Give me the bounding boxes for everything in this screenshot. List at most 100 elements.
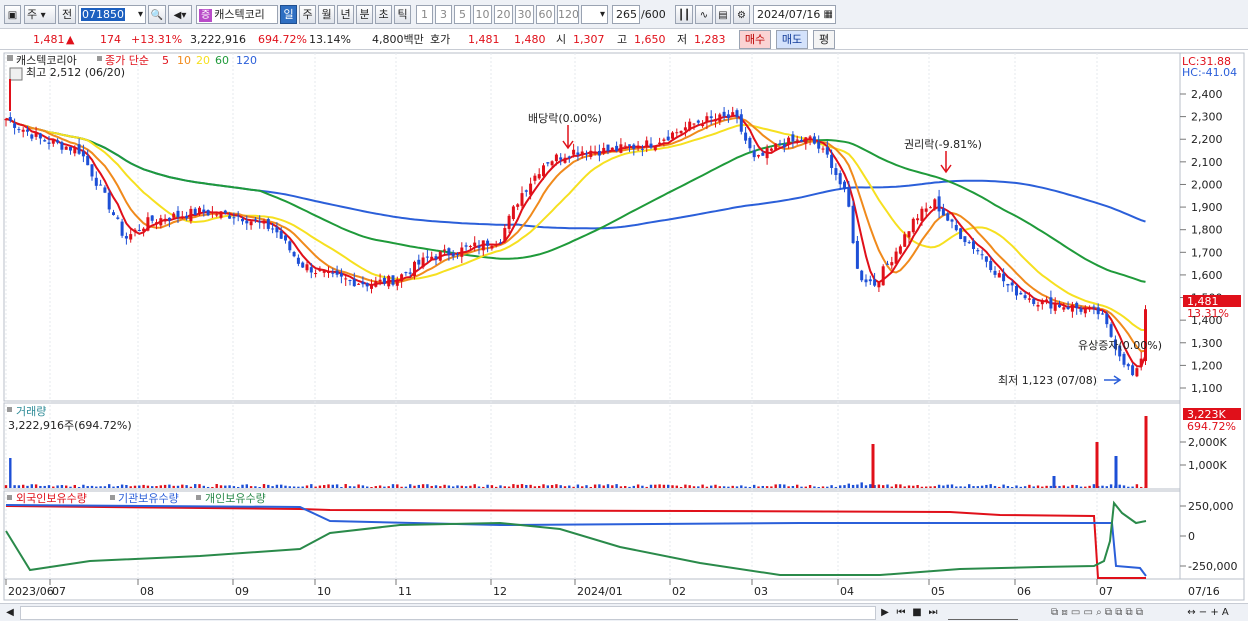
- candle-body: [421, 257, 425, 268]
- lock-icon[interactable]: [9, 67, 23, 81]
- date-input[interactable]: 2024/07/16 ▦: [753, 5, 836, 24]
- period-week-button[interactable]: 주: [299, 5, 316, 24]
- candle-body: [619, 144, 623, 153]
- candle-body: [56, 140, 60, 143]
- zoom-controls-icon[interactable]: ↔ − + A: [1178, 606, 1238, 620]
- candle-body: [929, 207, 932, 209]
- volume-pct: 694.72%: [258, 33, 307, 46]
- buy-button[interactable]: 매수: [739, 30, 771, 49]
- rewind-icon[interactable]: ⏮: [894, 606, 908, 620]
- chart-area[interactable]: 2,400 2,300 2,200 2,100 2,000 1,900 1,800 1,700…: [0, 51, 1248, 603]
- volume-bar: [520, 484, 524, 488]
- period-tick-button[interactable]: 틱: [394, 5, 411, 24]
- interval-60-button[interactable]: 60: [536, 5, 555, 24]
- evaluate-button[interactable]: 평: [813, 30, 835, 49]
- prev-button[interactable]: 전: [58, 5, 76, 24]
- high-price: 1,650: [634, 33, 666, 46]
- candle-body: [683, 127, 687, 131]
- search-icon[interactable]: 🔍: [148, 5, 166, 24]
- chart-type-icon[interactable]: ┃┃: [675, 5, 693, 24]
- volume-bar: [568, 485, 571, 488]
- volume-bar: [426, 484, 429, 488]
- candle-body: [511, 206, 515, 220]
- candle-body: [43, 140, 47, 142]
- candle-body: [374, 281, 378, 287]
- volume-bar: [9, 458, 12, 488]
- scroll-track[interactable]: [20, 606, 876, 620]
- candle-body: [378, 279, 382, 282]
- interval-30-button[interactable]: 30: [515, 5, 534, 24]
- candle-body: [94, 177, 98, 186]
- candle-body: [1010, 282, 1014, 286]
- candle-body: [769, 148, 773, 151]
- candle-body: [210, 211, 214, 214]
- x-tick-label: 12: [493, 585, 507, 598]
- period-day-button[interactable]: 일: [280, 5, 297, 24]
- stock-name-field[interactable]: 증 캐스텍코리: [196, 5, 278, 24]
- indicator-icon[interactable]: ∿: [695, 5, 713, 24]
- volume-bar: [929, 486, 932, 488]
- turnover-rate: 13.14%: [309, 33, 351, 46]
- candle-body: [873, 279, 877, 286]
- interval-custom-select[interactable]: ▾: [581, 5, 608, 24]
- layout-icon[interactable]: ▣: [4, 5, 21, 24]
- stop-icon[interactable]: ■: [910, 606, 924, 620]
- holder-menu-icon[interactable]: [7, 495, 12, 500]
- interval-1-button[interactable]: 1: [416, 5, 433, 24]
- volume-bar: [125, 484, 128, 488]
- sell-button[interactable]: 매도: [776, 30, 808, 49]
- stock-code-input[interactable]: 071850 ▾: [78, 5, 146, 24]
- candle-body: [529, 183, 533, 195]
- volume-bar: [692, 486, 696, 488]
- volume-bar: [722, 486, 726, 488]
- candle-body: [1075, 302, 1079, 309]
- zoom-slider[interactable]: [948, 606, 1018, 620]
- period-minute-button[interactable]: 분: [356, 5, 373, 24]
- volume-bar: [280, 484, 283, 488]
- candle-body: [301, 262, 305, 268]
- period-year-button[interactable]: 년: [337, 5, 354, 24]
- x-tick-label: 11: [398, 585, 412, 598]
- candle-body: [473, 242, 477, 247]
- interval-10-button[interactable]: 10: [473, 5, 492, 24]
- interval-3-button[interactable]: 3: [435, 5, 452, 24]
- fast-forward-icon[interactable]: ⏭: [926, 606, 940, 620]
- volume-bar: [894, 484, 898, 488]
- candle-body: [860, 270, 864, 281]
- individual-menu-icon[interactable]: [196, 495, 201, 500]
- institution-menu-icon[interactable]: [110, 495, 115, 500]
- bar-count-input[interactable]: 265: [612, 5, 640, 24]
- volume-bar: [942, 485, 945, 488]
- scroll-right-icon[interactable]: ▶: [878, 606, 892, 620]
- volume-menu-icon[interactable]: [7, 407, 12, 412]
- volume-bar: [804, 486, 807, 488]
- period-second-button[interactable]: 초: [375, 5, 392, 24]
- interval-120-button[interactable]: 120: [557, 5, 579, 24]
- interval-5-button[interactable]: 5: [454, 5, 471, 24]
- panel-menu-icon[interactable]: [7, 55, 13, 61]
- gear-icon[interactable]: ⚙: [733, 5, 750, 24]
- scroll-left-icon[interactable]: ◀: [4, 606, 16, 620]
- candle-body: [357, 283, 361, 285]
- candle-body: [705, 116, 709, 123]
- volume-bar: [525, 484, 528, 488]
- volume-bar: [774, 484, 777, 488]
- period-month-button[interactable]: 월: [318, 5, 335, 24]
- sound-icon[interactable]: ◀▾: [168, 5, 192, 24]
- ma-menu-icon[interactable]: [97, 56, 102, 61]
- view-tools-icon[interactable]: ⧉ ⧈ ▭ ▭ ⌕ ⧉ ⧉ ⧉ ⧉: [1022, 606, 1172, 620]
- drawing-tool-icon[interactable]: ▤: [715, 5, 731, 24]
- ma10-legend: 10: [177, 54, 191, 67]
- volume-bar: [112, 486, 115, 488]
- volume-bar: [783, 484, 786, 488]
- candle-body: [868, 279, 872, 282]
- volume-bar: [714, 484, 717, 488]
- interval-20-button[interactable]: 20: [494, 5, 513, 24]
- candle-body: [963, 236, 967, 243]
- chart-canvas[interactable]: 2,400 2,300 2,200 2,100 2,000 1,900 1,800 1,700…: [0, 51, 1248, 603]
- candle-body: [1053, 303, 1057, 311]
- volume-value-label: 3,222,916주(694.72%): [8, 419, 132, 432]
- volume-bar: [632, 485, 635, 488]
- chart-scrollbar[interactable]: ◀ ▶ ⏮ ■ ⏭ ⧉ ⧈ ▭ ▭ ⌕ ⧉ ⧉ ⧉ ⧉ ↔ − + A: [0, 603, 1248, 621]
- market-type-select[interactable]: 주 ▾: [24, 5, 56, 24]
